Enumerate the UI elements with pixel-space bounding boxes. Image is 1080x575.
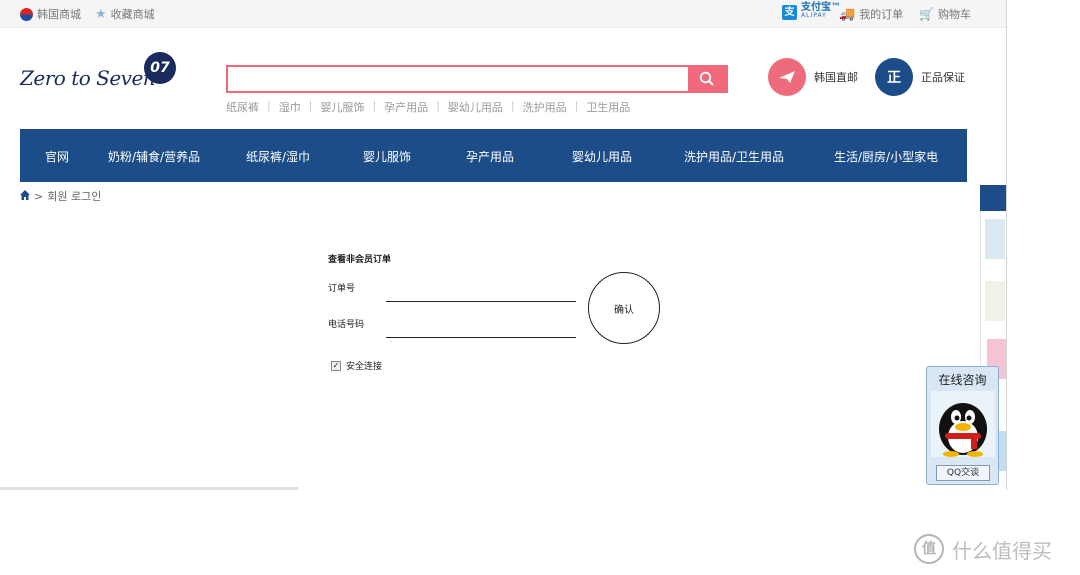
genuine-guarantee-badge: 正 正品保证 <box>875 58 965 96</box>
breadcrumb-separator: > <box>34 189 44 203</box>
nav-item-care[interactable]: 洗护用品/卫生用品 <box>684 148 784 165</box>
nav-item-diapers[interactable]: 纸尿裤/湿巾 <box>246 148 310 165</box>
logo-badge: 07 <box>144 52 176 84</box>
korea-direct-mail-badge: 韩国直邮 <box>768 58 858 96</box>
main-nav: 官网 奶粉/辅食/营养品 纸尿裤/湿巾 婴儿服饰 孕产用品 婴幼儿用品 洗护用品… <box>20 129 967 182</box>
korea-direct-mail-label: 韩国直邮 <box>814 71 858 84</box>
alipay-logo: 支 支付宝™ ALIPAY <box>782 2 841 20</box>
search-input[interactable] <box>228 67 690 91</box>
logo-text: Zero to Seven <box>20 66 156 90</box>
qq-penguin-icon <box>931 391 995 457</box>
alipay-cn-text: 支付宝™ <box>801 2 841 13</box>
page: 韩国商城 ★ 收藏商城 支 支付宝™ ALIPAY 🚚 我的订单 🛒 购物车 Z… <box>0 0 1080 575</box>
side-ad-image[interactable] <box>985 219 1005 259</box>
secure-connection-label: 安全连接 <box>346 362 383 372</box>
keyword-link[interactable]: 孕产用品 <box>384 99 428 115</box>
alipay-icon: 支 <box>782 4 797 20</box>
cart-label: 购物车 <box>937 8 971 21</box>
keyword-separator: | <box>308 99 313 112</box>
breadcrumb-current: 회원 로그인 <box>47 190 102 203</box>
side-ad-image[interactable] <box>985 281 1005 321</box>
home-icon[interactable] <box>20 189 30 203</box>
top-utility-bar: 韩国商城 ★ 收藏商城 支 支付宝™ ALIPAY 🚚 我的订单 🛒 购物车 <box>0 0 1006 28</box>
keyword-separator: | <box>574 99 579 112</box>
keyword-separator: | <box>436 99 440 112</box>
phone-number-input[interactable] <box>386 318 576 338</box>
order-number-input[interactable] <box>386 282 576 302</box>
favorite-mall-link[interactable]: ★ 收藏商城 <box>95 6 155 22</box>
star-icon: ★ <box>95 6 107 22</box>
airplane-icon <box>768 58 806 96</box>
my-orders-label: 我的订单 <box>859 8 904 21</box>
truck-icon: 🚚 <box>839 6 856 22</box>
secure-connection-option: ✓ 安全连接 <box>331 359 382 372</box>
genuine-icon: 正 <box>875 58 913 96</box>
nav-item-baby-products[interactable]: 婴幼儿用品 <box>572 148 632 165</box>
keyword-separator: | <box>267 99 271 112</box>
qq-widget-title: 在线咨询 <box>938 373 987 387</box>
keyword-link[interactable]: 婴幼儿用品 <box>448 99 503 115</box>
phone-number-label: 电话号码 <box>328 320 365 330</box>
keyword-link[interactable]: 湿巾 <box>279 99 301 115</box>
keyword-link[interactable]: 婴儿服饰 <box>320 99 364 115</box>
keyword-link[interactable]: 卫生用品 <box>586 99 630 115</box>
keyword-separator: | <box>372 99 377 112</box>
hot-keywords: 纸尿裤 | 湿巾 | 婴儿服饰 | 孕产用品 | 婴幼儿用品 | 洗护用品 | 卫生用品 <box>226 99 630 115</box>
alipay-en-text: ALIPAY <box>801 12 827 19</box>
confirm-button[interactable]: 确认 <box>588 272 660 344</box>
qq-chat-widget: 在线咨询 QQ交谈 <box>926 366 999 485</box>
window-edge <box>1006 0 1007 490</box>
keyword-link[interactable]: 洗护用品 <box>523 99 567 115</box>
korea-mall-label: 韩国商城 <box>37 8 81 21</box>
search-box <box>226 65 728 93</box>
my-orders-link[interactable]: 🚚 我的订单 <box>839 6 903 22</box>
side-panel-header <box>980 185 1006 211</box>
watermark-icon: 值 <box>914 534 944 564</box>
korea-flag-icon <box>20 7 33 21</box>
site-logo[interactable]: Zero to Seven 07 <box>20 52 180 96</box>
nav-item-maternity[interactable]: 孕产用品 <box>466 148 514 165</box>
qq-chat-button[interactable]: QQ交谈 <box>936 465 990 481</box>
favorite-mall-label: 收藏商城 <box>110 8 155 21</box>
korea-mall-link[interactable]: 韩国商城 <box>20 6 81 22</box>
nav-item-formula[interactable]: 奶粉/辅食/营养品 <box>108 148 200 165</box>
nav-item-official[interactable]: 官网 <box>45 148 69 165</box>
breadcrumb: > 회원 로그인 <box>20 188 101 204</box>
nav-item-home-kitchen[interactable]: 生活/厨房/小型家电 <box>834 148 938 165</box>
form-title: 查看非会员订单 <box>328 255 392 265</box>
keyword-link[interactable]: 纸尿裤 <box>226 99 259 115</box>
watermark: 值 什么值得买 <box>914 534 1052 564</box>
bottom-divider <box>0 487 298 490</box>
search-button[interactable] <box>688 65 726 93</box>
search-icon <box>699 71 714 86</box>
keyword-separator: | <box>510 99 515 112</box>
watermark-text: 什么值得买 <box>952 538 1052 563</box>
order-number-label: 订单号 <box>328 284 356 294</box>
genuine-guarantee-label: 正品保证 <box>921 71 965 84</box>
nav-item-baby-clothing[interactable]: 婴儿服饰 <box>363 148 411 165</box>
secure-connection-checkbox[interactable]: ✓ <box>331 360 341 371</box>
cart-icon: 🛒 <box>919 7 934 21</box>
cart-link[interactable]: 🛒 购物车 <box>919 6 971 22</box>
